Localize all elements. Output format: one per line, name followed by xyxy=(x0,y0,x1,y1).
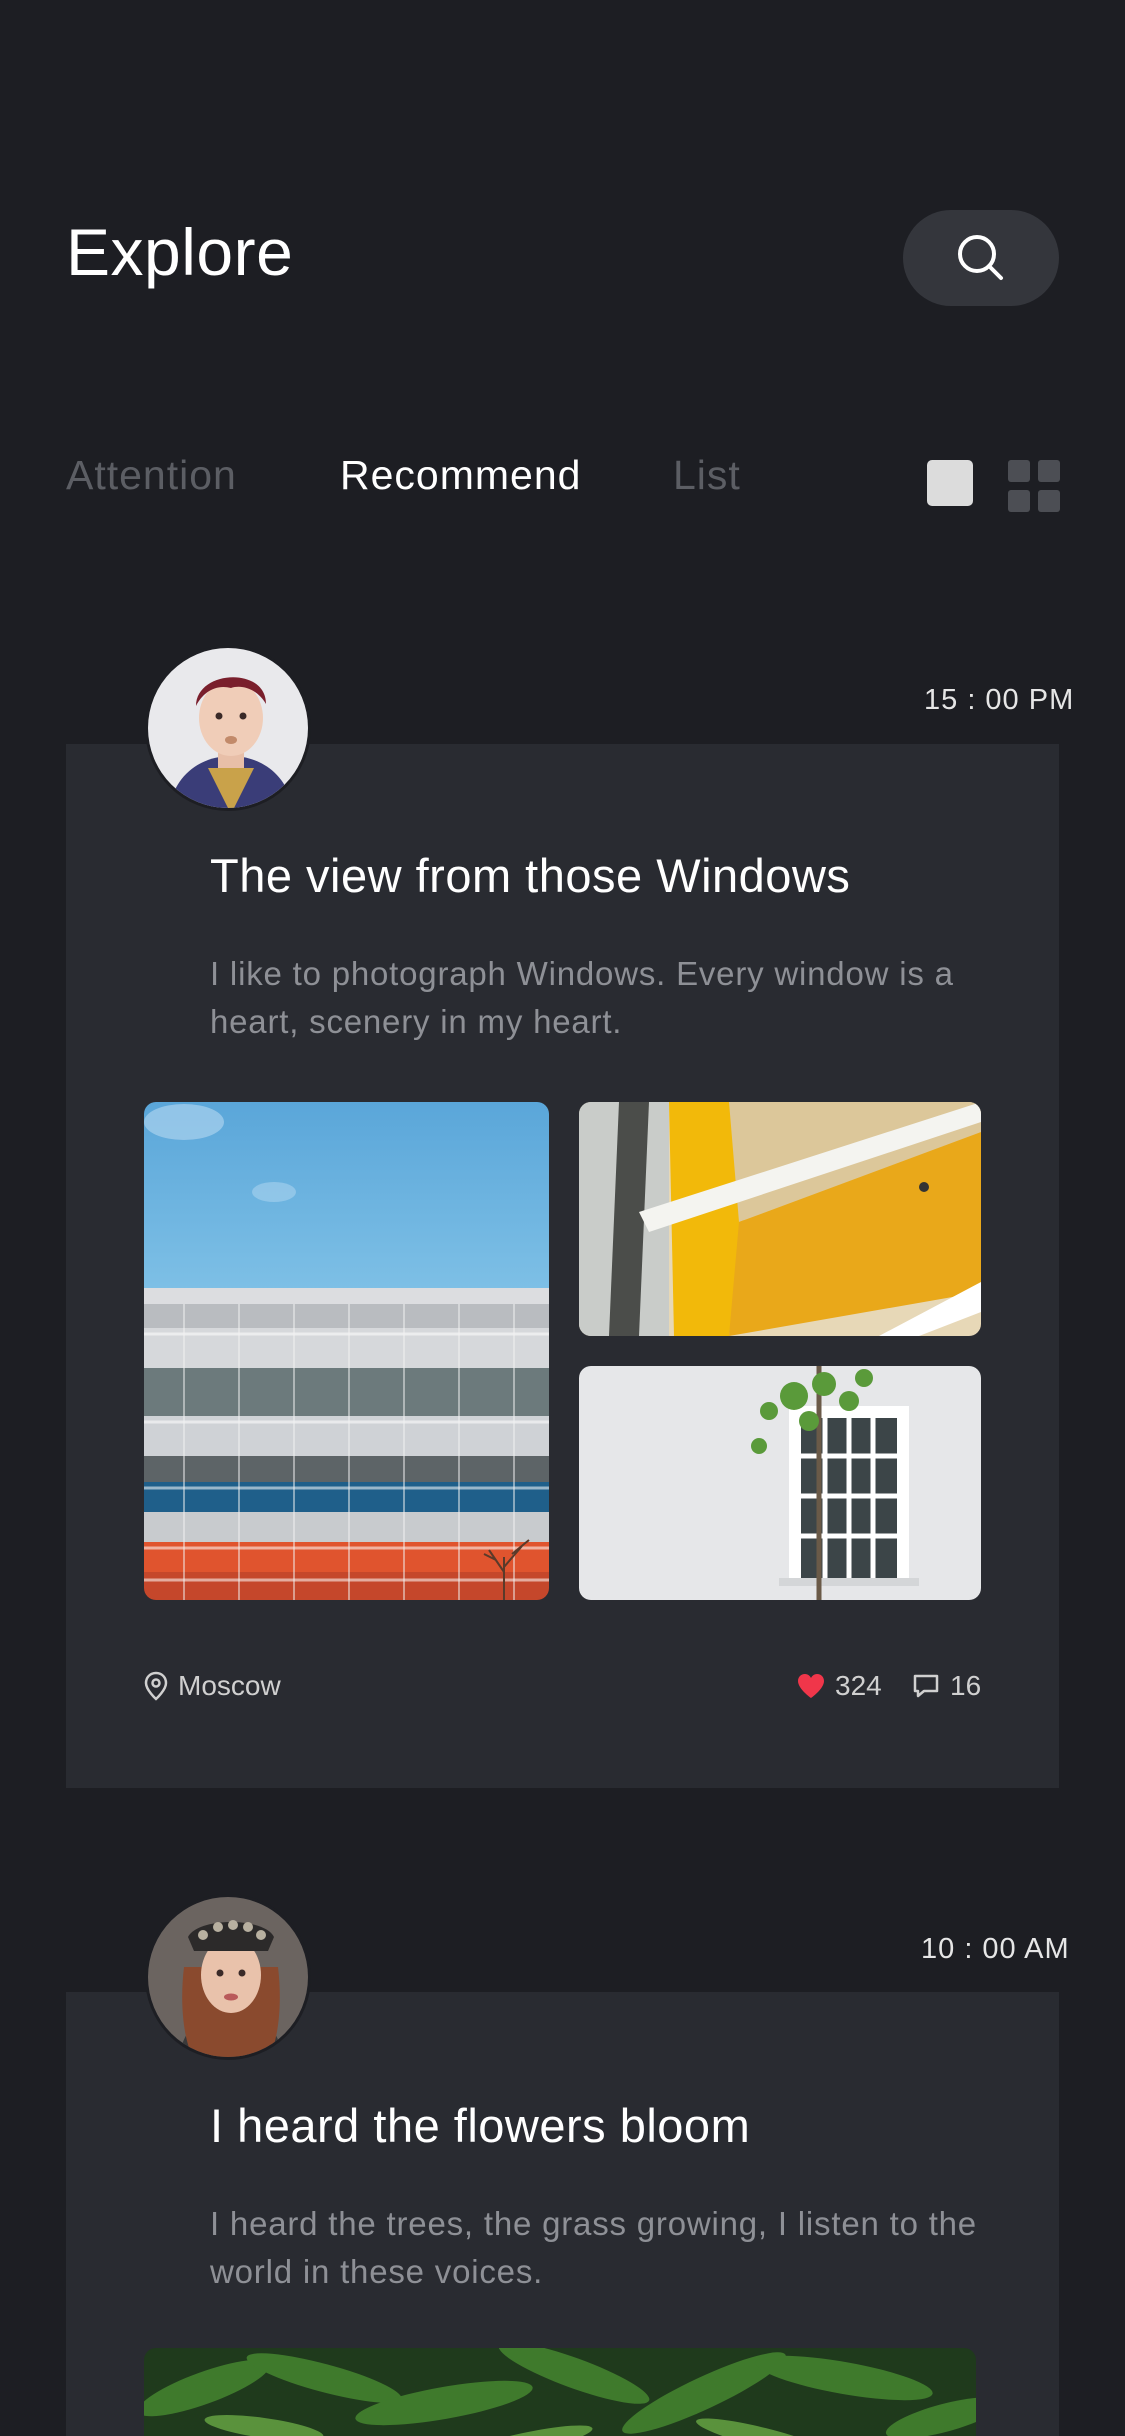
location-label: Moscow xyxy=(178,1670,281,1701)
post-body: I heard the trees, the grass growing, I … xyxy=(210,2205,977,2290)
photo-building[interactable] xyxy=(144,1102,549,1600)
post-card[interactable]: The view from those Windows I like to ph… xyxy=(66,744,1059,1788)
photo-balcony[interactable] xyxy=(579,1102,981,1336)
location-pin-icon xyxy=(144,1671,168,1701)
search-button[interactable] xyxy=(903,210,1059,306)
tab-recommend[interactable]: Recommend xyxy=(340,452,581,499)
post-title: The view from those Windows xyxy=(210,849,851,902)
like-count[interactable]: 324 xyxy=(797,1670,882,1702)
likes-value: 324 xyxy=(835,1670,882,1701)
heart-icon xyxy=(798,1674,824,1698)
grid-view-icon[interactable] xyxy=(1008,460,1060,512)
photo-window[interactable] xyxy=(579,1366,981,1600)
page-title: Explore xyxy=(66,215,294,289)
comment-icon xyxy=(913,1674,939,1698)
tab-list[interactable]: List xyxy=(673,452,741,499)
location[interactable]: Moscow xyxy=(144,1670,281,1702)
post-time: 10 : 00 AM xyxy=(921,1933,1070,1965)
explore-screen: Explore Attention Recommend List 15 : 00… xyxy=(0,0,1125,2436)
post-body: I like to photograph Windows. Every wind… xyxy=(210,955,954,1040)
avatar[interactable] xyxy=(145,1894,311,2060)
comment-count[interactable]: 16 xyxy=(912,1670,981,1702)
avatar[interactable] xyxy=(145,645,311,811)
photo-fern[interactable] xyxy=(144,2348,976,2436)
post-title: I heard the flowers bloom xyxy=(210,2099,751,2152)
search-icon xyxy=(958,235,1003,280)
tab-attention[interactable]: Attention xyxy=(66,452,237,499)
post-time: 15 : 00 PM xyxy=(924,684,1075,716)
single-view-icon[interactable] xyxy=(927,460,973,506)
tab-bar: Attention Recommend List xyxy=(66,452,1066,516)
comments-value: 16 xyxy=(950,1670,982,1701)
